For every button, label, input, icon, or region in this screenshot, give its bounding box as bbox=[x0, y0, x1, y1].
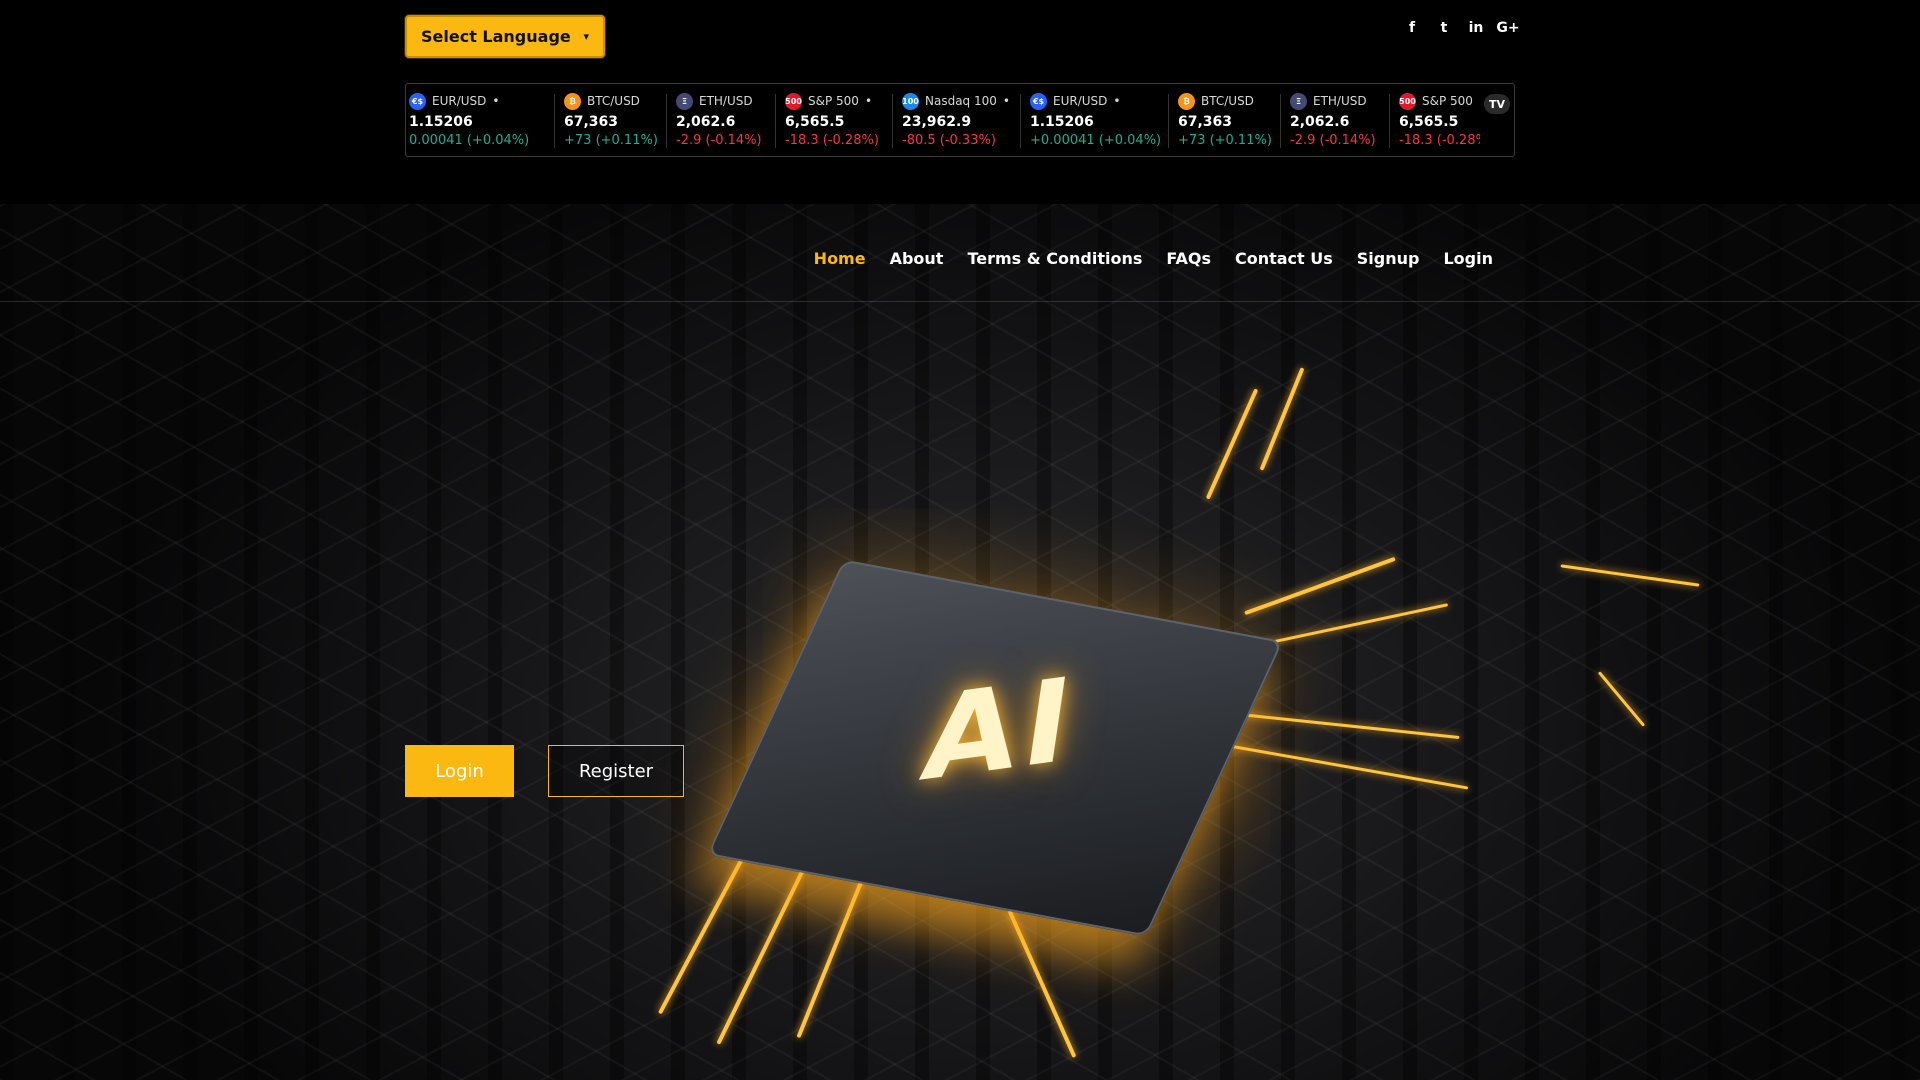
ticker-symbol-icon: ₿ bbox=[564, 92, 581, 110]
ticker-price: 1.15206 bbox=[1030, 114, 1094, 130]
ticker-symbol: EUR/USD bbox=[432, 94, 487, 108]
ticker-item-head: 500 S&P 500 • bbox=[785, 91, 892, 111]
ticker-price: 67,363 bbox=[564, 114, 619, 130]
market-status-dot: • bbox=[1002, 94, 1010, 108]
hero-register-button[interactable]: Register bbox=[548, 745, 684, 797]
ticker-item[interactable]: €$ EUR/USD • 1.15206 0.00041 (+0.04%) bbox=[406, 84, 554, 156]
market-status-dot: • bbox=[864, 94, 873, 108]
language-select[interactable]: Select Language ▾ bbox=[405, 15, 605, 58]
ticker-price: 2,062.6 bbox=[676, 114, 736, 130]
hero-login-button[interactable]: Login bbox=[405, 745, 514, 797]
twitter-icon[interactable]: t bbox=[1428, 18, 1460, 38]
ticker-symbol-icon: Ξ bbox=[1290, 92, 1307, 110]
ticker-item-head: €$ EUR/USD • bbox=[409, 91, 554, 111]
market-ticker[interactable]: €$ EUR/USD • 1.15206 0.00041 (+0.04%) ₿ BTC/US… bbox=[405, 83, 1515, 157]
ticker-symbol-icon: Ξ bbox=[676, 92, 693, 110]
market-status-dot: • bbox=[1113, 94, 1121, 108]
ticker-item[interactable]: 100 Nasdaq 100 • 23,962.9 -80.5 (-0.33%) bbox=[892, 84, 1020, 156]
ticker-price: 23,962.9 bbox=[902, 114, 972, 130]
ticker-symbol-icon: 500 bbox=[785, 92, 802, 110]
nav-item-about[interactable]: About bbox=[878, 248, 956, 270]
ticker-symbol: BTC/USD bbox=[1201, 94, 1254, 108]
facebook-icon[interactable]: f bbox=[1396, 18, 1428, 38]
ticker-price: 1.15206 bbox=[409, 114, 473, 130]
ticker-symbol: ETH/USD bbox=[1313, 94, 1367, 108]
ticker-change: -2.9 (-0.14%) bbox=[1290, 133, 1376, 148]
linkedin-icon[interactable]: in bbox=[1460, 18, 1492, 38]
ticker-price: 2,062.6 bbox=[1290, 114, 1350, 130]
nav-item-terms-conditions[interactable]: Terms & Conditions bbox=[955, 248, 1154, 270]
ticker-price: 6,565.5 bbox=[785, 114, 845, 130]
ticker-symbol-icon: 500 bbox=[1399, 92, 1416, 110]
ticker-item[interactable]: ₿ BTC/USD 67,363 +73 (+0.11%) bbox=[554, 84, 666, 156]
ticker-symbol-icon: 100 bbox=[902, 92, 919, 110]
ticker-price: 67,363 bbox=[1178, 114, 1233, 130]
social-links: f t in G+ bbox=[1396, 18, 1524, 38]
ticker-change: -2.9 (-0.14%) bbox=[676, 133, 762, 148]
ticker-symbol: Nasdaq 100 bbox=[925, 94, 997, 108]
ticker-change: +0.00041 (+0.04%) bbox=[1030, 133, 1162, 148]
ticker-change: -80.5 (-0.33%) bbox=[902, 133, 996, 148]
ticker-symbol-icon: €$ bbox=[409, 92, 426, 110]
ticker-item[interactable]: 500 S&P 500 • 6,565.5 -18.3 (-0.28%) bbox=[775, 84, 892, 156]
ticker-change: -18.3 (-0.28%) bbox=[785, 133, 879, 148]
ticker-symbol-icon: €$ bbox=[1030, 92, 1047, 110]
ticker-item-head: Ξ ETH/USD bbox=[676, 91, 775, 111]
ticker-item-head: €$ EUR/USD • bbox=[1030, 91, 1168, 111]
ticker-item[interactable]: ₿ BTC/USD 67,363 +73 (+0.11%) bbox=[1168, 84, 1280, 156]
main-nav: Home About Terms & Conditions FAQs Contact U… bbox=[0, 248, 1920, 302]
nav-item-signup[interactable]: Signup bbox=[1345, 248, 1432, 270]
ticker-item[interactable]: Ξ ETH/USD 2,062.6 -2.9 (-0.14%) bbox=[1280, 84, 1389, 156]
hero-section: AI Home About Terms & Conditions FAQs Contac… bbox=[0, 204, 1920, 1080]
tradingview-icon: TV bbox=[1484, 94, 1510, 114]
nav-item-login[interactable]: Login bbox=[1431, 248, 1505, 270]
market-status-dot: • bbox=[492, 94, 500, 108]
tradingview-logo[interactable]: TV bbox=[1480, 84, 1514, 156]
ticker-symbol: ETH/USD bbox=[699, 94, 753, 108]
chevron-down-icon: ▾ bbox=[583, 30, 589, 43]
top-bar: Select Language ▾ f t in G+ €$ EUR/USD • 1.… bbox=[0, 0, 1920, 204]
ticker-symbol: BTC/USD bbox=[587, 94, 640, 108]
ticker-change: +73 (+0.11%) bbox=[564, 133, 658, 148]
ticker-change: 0.00041 (+0.04%) bbox=[409, 133, 530, 148]
google-plus-icon[interactable]: G+ bbox=[1492, 18, 1524, 38]
nav-item-home[interactable]: Home bbox=[802, 248, 878, 270]
ticker-change: +73 (+0.11%) bbox=[1178, 133, 1272, 148]
ticker-symbol: EUR/USD bbox=[1053, 94, 1108, 108]
ticker-symbol-icon: ₿ bbox=[1178, 92, 1195, 110]
ticker-item-head: Ξ ETH/USD bbox=[1290, 91, 1389, 111]
nav-links: Home About Terms & Conditions FAQs Contact U… bbox=[802, 248, 1505, 270]
ticker-item-head: 100 Nasdaq 100 • bbox=[902, 91, 1020, 111]
ticker-item-head: ₿ BTC/USD bbox=[564, 91, 666, 111]
ticker-item[interactable]: Ξ ETH/USD 2,062.6 -2.9 (-0.14%) bbox=[666, 84, 775, 156]
nav-item-faqs[interactable]: FAQs bbox=[1154, 248, 1223, 270]
ticker-item[interactable]: €$ EUR/USD • 1.15206 +0.00041 (+0.04%) bbox=[1020, 84, 1168, 156]
ticker-item-head: ₿ BTC/USD bbox=[1178, 91, 1280, 111]
language-select-label: Select Language bbox=[421, 27, 571, 46]
ticker-symbol: S&P 500 bbox=[808, 94, 859, 108]
ticker-symbol: S&P 500 bbox=[1422, 94, 1473, 108]
nav-item-contact-us[interactable]: Contact Us bbox=[1223, 248, 1345, 270]
